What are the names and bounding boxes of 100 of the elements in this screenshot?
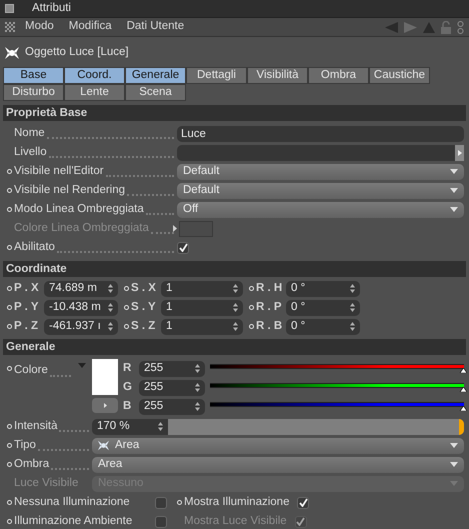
checkbox[interactable] <box>297 496 310 509</box>
axis-label: P . Y <box>14 300 40 316</box>
slider-thumb[interactable] <box>460 387 467 392</box>
tab[interactable]: Lente <box>64 84 125 102</box>
channel-label: B <box>123 399 132 414</box>
name-field[interactable]: Luce <box>177 126 464 142</box>
tab[interactable]: Coord. <box>64 67 125 84</box>
dropdown[interactable]: Off <box>177 202 464 218</box>
checkbox-label: Mostra Luce Visibile <box>184 514 287 529</box>
section-header: Proprietà Base <box>3 105 466 122</box>
spinner-icon <box>108 303 113 312</box>
spinner-icon <box>158 422 163 432</box>
spinner-icon <box>350 322 355 332</box>
axis-label: R . H <box>256 281 284 296</box>
checkbox-label: Illuminazione Ambiente <box>14 514 134 529</box>
field-label: Luce Visibile <box>14 476 78 492</box>
play-arrow-icon <box>458 150 462 156</box>
section-header: Generale <box>3 339 466 356</box>
field-label: Livello <box>14 145 47 160</box>
checkbox[interactable] <box>155 516 167 528</box>
layer-field[interactable] <box>177 144 464 161</box>
axis-label: P . Z <box>14 319 40 334</box>
color-slider[interactable] <box>210 402 464 408</box>
number-field[interactable]: 74.689 m <box>44 280 118 297</box>
field-label: Colore <box>14 363 48 378</box>
spinner-icon <box>233 322 238 332</box>
tab[interactable]: Visibilità <box>247 67 308 84</box>
spinner-icon <box>195 383 200 392</box>
spinner-icon <box>350 303 355 312</box>
tab[interactable]: Base <box>3 67 64 84</box>
dropdown[interactable]: Area <box>92 456 464 473</box>
spinner-icon <box>195 364 200 374</box>
play-arrow-icon <box>104 403 106 408</box>
field-label: Nome <box>14 126 45 142</box>
checkbox[interactable] <box>155 496 167 509</box>
axis-label: R . P <box>256 300 283 316</box>
tab[interactable]: Disturbo <box>3 84 64 102</box>
link-icon <box>457 20 464 34</box>
channel-label: R <box>123 361 132 376</box>
spinner-icon <box>350 284 355 294</box>
spinner-icon <box>108 284 113 294</box>
number-field[interactable]: 255 <box>139 398 205 415</box>
number-field[interactable]: 255 <box>139 380 205 396</box>
field-label: Visibile nell'Editor <box>14 164 104 180</box>
forward-arrow-icon <box>404 22 417 32</box>
field-label: Tipo <box>14 438 36 454</box>
checkbox-label: Nessuna Illuminazione <box>14 495 131 510</box>
axis-label: S . X <box>131 281 157 296</box>
tab[interactable]: Generale <box>125 67 186 84</box>
slider-thumb[interactable] <box>460 368 467 374</box>
slider-thumb[interactable] <box>460 406 467 412</box>
arrow-button[interactable] <box>455 144 464 161</box>
dropdown[interactable]: Default <box>177 182 464 199</box>
dropdown[interactable]: Area <box>92 438 464 454</box>
checkbox-label: Mostra Illuminazione <box>184 495 290 510</box>
number-field[interactable]: 1 <box>161 300 243 316</box>
number-field[interactable]: 255 <box>139 360 205 377</box>
number-field[interactable]: 0 ° <box>286 280 360 297</box>
number-field[interactable]: 0 ° <box>286 318 360 335</box>
caret-icon <box>450 207 458 212</box>
window-title: Attributi <box>32 0 71 16</box>
color-slider[interactable] <box>210 364 464 370</box>
up-arrow-icon <box>423 22 435 32</box>
number-field[interactable]: 170 % <box>92 418 168 435</box>
spinner-icon <box>233 284 238 294</box>
field-label: Abilitato <box>14 240 55 256</box>
tab[interactable]: Scena <box>125 84 186 102</box>
menu-item[interactable]: Dati Utente <box>126 18 184 36</box>
checkbox[interactable] <box>177 242 189 254</box>
color-swatch[interactable] <box>92 359 118 396</box>
caret-icon <box>450 188 458 194</box>
back-arrow-icon <box>385 22 398 32</box>
spinner-icon <box>195 402 200 412</box>
light-icon <box>5 46 19 60</box>
spinner-icon <box>233 303 238 312</box>
number-field[interactable]: 1 <box>161 280 243 297</box>
lock-icon <box>441 20 451 34</box>
number-field[interactable]: 0 ° <box>286 300 360 316</box>
menu-item[interactable]: Modifica <box>68 18 112 36</box>
expand-arrow-icon <box>173 225 177 232</box>
caret-icon <box>450 462 458 468</box>
axis-label: P . X <box>14 281 40 296</box>
tab[interactable]: Caustiche <box>369 67 430 84</box>
field-label: Visibile nel Rendering <box>14 183 126 198</box>
section-header: Coordinate <box>3 261 466 278</box>
caret-icon <box>450 169 458 174</box>
dropdown[interactable]: Default <box>177 164 464 180</box>
number-field[interactable]: -461.937 ı <box>44 318 118 335</box>
window-icon <box>5 4 14 13</box>
axis-label: S . Z <box>131 319 156 334</box>
field-label: Colore Linea Ombreggiata <box>14 221 149 236</box>
caret-icon <box>78 363 86 368</box>
tab[interactable]: Ombra <box>308 67 369 84</box>
number-field[interactable]: -10.438 m <box>44 300 118 316</box>
number-field[interactable]: 1 <box>161 318 243 335</box>
tab[interactable]: Dettagli <box>186 67 247 84</box>
color-slider[interactable] <box>210 383 464 388</box>
grip-icon <box>5 22 15 32</box>
field-label: Ombra <box>14 457 50 472</box>
menu-item[interactable]: Modo <box>25 18 54 36</box>
